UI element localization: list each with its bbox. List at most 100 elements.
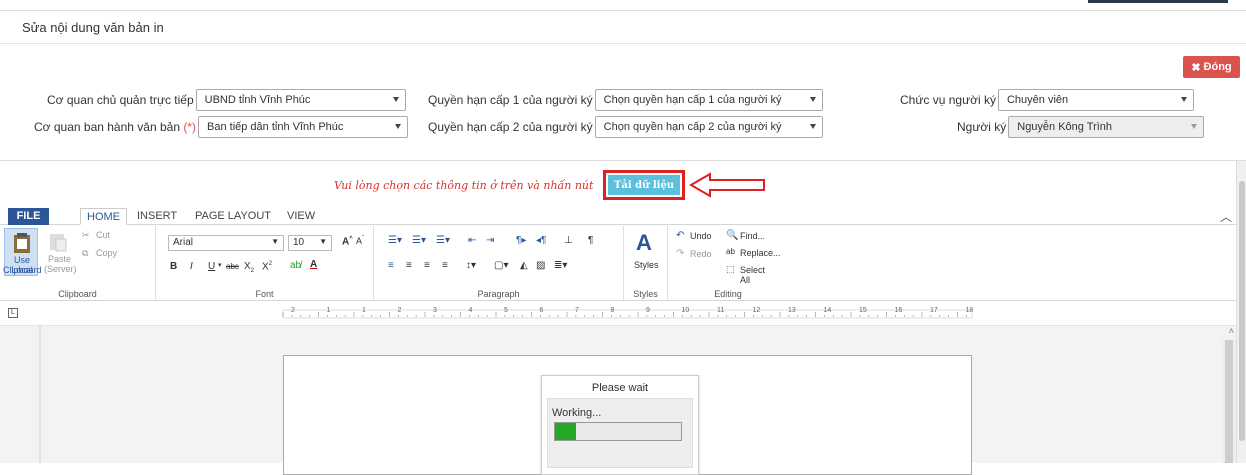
shape-icon[interactable]: ▨ — [536, 260, 545, 271]
ruler-mark-label: 2 — [398, 307, 402, 314]
shrink-font-icon[interactable]: Aˇ — [356, 236, 364, 246]
dialog-scrollbar[interactable] — [1236, 161, 1246, 463]
label-co-quan-ban-hanh: Cơ quan ban hành văn bản (*) — [34, 120, 196, 134]
select-co-quan-ban-hanh[interactable]: Ban tiếp dân tỉnh Vĩnh Phúc — [198, 116, 409, 138]
ruler-mark-label: 3 — [433, 307, 437, 314]
bold-icon[interactable]: B — [170, 261, 177, 272]
font-color-icon[interactable]: A — [310, 259, 317, 270]
document-scrollbar[interactable] — [1222, 340, 1236, 463]
styles-button[interactable]: A Styles — [628, 230, 664, 276]
tab-file[interactable]: FILE — [8, 208, 49, 225]
increase-indent-icon[interactable]: ⇥ — [486, 235, 494, 246]
bullets-icon[interactable]: ☰▾ — [388, 235, 402, 246]
progress-fill — [555, 423, 577, 440]
ruler-mark-label: 18 — [966, 307, 974, 314]
tab-page-layout[interactable]: PAGE LAYOUT — [189, 208, 277, 225]
horizontal-ruler: L 2 1 1 2 3 4 5 6 7 8 9 10 11 12 13 14 15 16 17 18 — [0, 302, 1236, 326]
font-size-select[interactable]: 10 ▼ — [288, 235, 332, 251]
shading-icon[interactable]: ◭ — [520, 260, 528, 271]
use-local-clipboard-button[interactable]: Use Local Clipboard — [3, 228, 42, 276]
select-all-label: Select All — [740, 265, 766, 285]
undo-icon: ↶ — [676, 230, 685, 241]
document-scrollbar-thumb[interactable] — [1225, 340, 1233, 463]
copy-label: Copy — [96, 248, 118, 258]
vertical-ruler-ticks — [39, 326, 41, 463]
paragraph-more-icon[interactable]: ≣▾ — [554, 260, 567, 271]
group-paragraph: ☰▾ ☰▾ ☰▾ ⇤ ⇥ ¶▸ ◂¶ ⊥ ¶ ≡ ≡ ≡ ≡ ↕▾ ▢▾ ◭ ▨… — [374, 226, 624, 301]
dialog-scrollbar-thumb[interactable] — [1239, 181, 1245, 441]
align-left-icon[interactable]: ≡ — [388, 260, 394, 271]
page-break-icon[interactable]: ⊥ — [564, 235, 573, 246]
group-styles: A Styles Styles — [624, 226, 668, 301]
ruler-mark-label: 14 — [824, 307, 832, 314]
clipboard-icon — [14, 233, 30, 253]
select-nguoi-ky[interactable]: Nguyễn Kông Trình — [1008, 116, 1205, 138]
italic-icon[interactable]: I — [190, 261, 193, 272]
cut-label: Cut — [96, 230, 111, 240]
required-mark: (*) — [183, 120, 197, 134]
group-label-editing: Editing — [714, 289, 742, 299]
dropdown-arrow-icon — [392, 97, 399, 102]
dropdown-arrow-icon — [809, 97, 816, 102]
tab-insert[interactable]: INSERT — [131, 208, 183, 225]
align-center-icon[interactable]: ≡ — [406, 260, 412, 271]
ruler-mark-label: 5 — [504, 307, 508, 314]
load-button-highlight: Tải dữ liệu — [603, 170, 685, 200]
justify-icon[interactable]: ≡ — [442, 260, 448, 271]
select-chuc-vu[interactable]: Chuyên viên — [997, 89, 1194, 111]
ruler-mark-label: 2 — [291, 307, 295, 314]
wait-status: Working... — [552, 407, 602, 419]
replace-icon: ab — [726, 247, 735, 256]
superscript-icon[interactable]: X2 — [262, 261, 272, 272]
numbering-icon[interactable]: ☰▾ — [412, 235, 426, 246]
ruler-mark-label: 15 — [859, 307, 867, 314]
select-quyen-han-1[interactable]: Chọn quyền hạn cấp 1 của người ký — [594, 89, 823, 111]
collapse-ribbon-icon[interactable]: ︿ — [1220, 208, 1232, 225]
label-co-quan-chu-quan: Cơ quan chủ quản trực tiếp — [47, 93, 194, 107]
scroll-up-icon[interactable]: ˄ — [1229, 326, 1234, 336]
paste-server-button[interactable]: Paste (Server) — [42, 228, 77, 276]
paste-label: Paste — [48, 254, 72, 264]
subscript-icon[interactable]: X2 — [244, 261, 254, 274]
close-label: Đóng — [1203, 61, 1232, 73]
load-data-button[interactable]: Tải dữ liệu — [608, 175, 680, 195]
group-clipboard: Use Local Clipboard Paste (Server) ✂ Cut… — [0, 226, 156, 301]
dropdown-arrow-icon — [809, 124, 816, 129]
align-right-icon[interactable]: ≡ — [424, 260, 430, 271]
rtl-icon[interactable]: ◂¶ — [536, 235, 546, 246]
close-button[interactable]: ✖ Đóng — [1183, 56, 1240, 78]
underline-icon[interactable]: U — [208, 261, 215, 272]
font-family-select[interactable]: Arial ▼ — [168, 235, 284, 251]
pilcrow-icon[interactable]: ¶ — [588, 235, 593, 246]
select-quyen-han-2[interactable]: Chọn quyền hạn cấp 2 của người ký — [594, 116, 823, 138]
vertical-ruler — [0, 326, 60, 463]
ruler-mark-label: 9 — [646, 307, 650, 314]
ruler-ticks: 2 1 1 2 3 4 5 6 7 8 9 10 11 12 13 14 15 16 17 18 — [282, 307, 974, 319]
left-arrow-icon — [689, 172, 765, 198]
highlight-icon[interactable]: ab̸ — [290, 260, 301, 271]
ruler-mark-label: 4 — [469, 307, 473, 314]
cut-icon: ✂ — [82, 230, 90, 240]
tab-home[interactable]: HOME — [80, 208, 127, 225]
redo-label: Redo — [690, 249, 712, 259]
field-nguoi-ky: Người ký Nguyễn Kông Trình — [957, 116, 1205, 138]
select-co-quan-chu-quan[interactable]: UBND tỉnh Vĩnh Phúc — [195, 89, 406, 111]
decrease-indent-icon[interactable]: ⇤ — [468, 235, 476, 246]
strikethrough-icon[interactable]: abc — [226, 262, 239, 271]
borders-icon[interactable]: ▢▾ — [494, 260, 508, 271]
paste-icon — [50, 234, 67, 252]
underline-dropdown-icon[interactable]: ▾ — [218, 261, 222, 269]
grow-font-icon[interactable]: A^ — [342, 236, 353, 247]
progress-bar — [554, 422, 682, 441]
replace-label: Replace... — [740, 248, 781, 258]
group-label-font: Font — [255, 289, 274, 299]
use-local-label-2: Clipboard — [3, 265, 42, 275]
field-co-quan-chu-quan: Cơ quan chủ quản trực tiếp UBND tỉnh Vĩn… — [47, 89, 406, 111]
dropdown-arrow-icon: ▼ — [319, 237, 327, 246]
please-wait-dialog: Please wait Working... — [541, 375, 699, 475]
ltr-icon[interactable]: ¶▸ — [516, 235, 526, 246]
line-spacing-icon[interactable]: ↕▾ — [466, 260, 476, 271]
tab-view[interactable]: VIEW — [281, 208, 321, 225]
multilevel-list-icon[interactable]: ☰▾ — [436, 235, 450, 246]
label-quyen-han-1: Quyền hạn cấp 1 của người ký — [428, 93, 593, 107]
